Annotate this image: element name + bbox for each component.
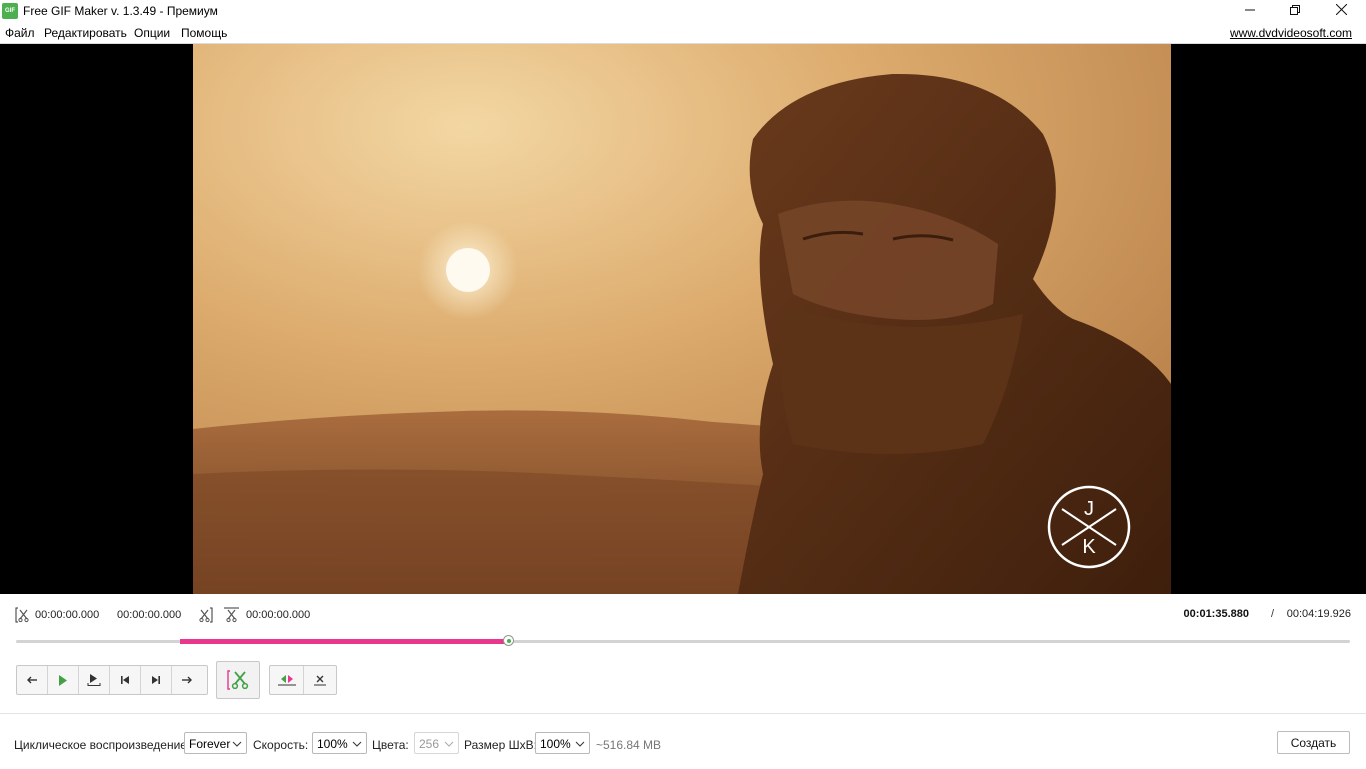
menu-help[interactable]: Помощь <box>181 26 227 40</box>
step-back-icon[interactable] <box>17 666 48 694</box>
colors-value: 256 <box>419 737 440 751</box>
size-label: Размер ШхВ: <box>464 738 537 752</box>
current-time: 00:01:35.880 <box>1183 608 1249 620</box>
settings-bar: Циклическое воспроизведение: Forever Ско… <box>0 713 1366 769</box>
merge-fragments-icon[interactable] <box>270 666 304 694</box>
chevron-down-icon <box>575 738 585 752</box>
clip-time: 00:00:00.000 <box>246 609 311 621</box>
play-to-mark-icon[interactable] <box>79 666 110 694</box>
menu-options[interactable]: Опции <box>134 26 170 40</box>
play-icon[interactable] <box>48 666 79 694</box>
window-title: Free GIF Maker v. 1.3.49 - Премиум <box>23 4 218 18</box>
video-preview: J K <box>0 44 1366 594</box>
chevron-down-icon <box>232 738 242 752</box>
chevron-down-icon <box>352 738 362 752</box>
close-icon[interactable] <box>1318 0 1364 22</box>
menu-file[interactable]: Файл <box>5 26 35 40</box>
create-button[interactable]: Создать <box>1277 731 1350 754</box>
watermark-letter-j: J <box>1084 498 1094 520</box>
site-link[interactable]: www.dvdvideosoft.com <box>1230 26 1352 40</box>
video-image: J K <box>193 44 1171 594</box>
loop-label: Циклическое воспроизведение: <box>14 738 191 752</box>
step-forward-icon[interactable] <box>172 666 202 694</box>
start-time: 00:00:00.000 <box>35 609 100 621</box>
timeline-selection <box>180 639 509 644</box>
chevron-down-icon <box>444 738 454 752</box>
go-start-icon[interactable] <box>110 666 141 694</box>
speed-select[interactable]: 100% <box>312 732 367 754</box>
timeline-slider[interactable] <box>16 635 1350 646</box>
go-end-icon[interactable] <box>141 666 172 694</box>
end-time: 00:00:00.000 <box>117 609 182 621</box>
size-select[interactable]: 100% <box>535 732 590 754</box>
menu-edit[interactable]: Редактировать <box>44 26 127 40</box>
time-separator: / <box>1270 608 1274 620</box>
playback-controls <box>16 665 208 695</box>
total-time: 00:04:19.926 <box>1286 608 1351 620</box>
size-value: 100% <box>540 737 571 751</box>
loop-value: Forever <box>189 737 231 751</box>
menu-bar: Файл Редактировать Опции Помощь www.dvdv… <box>0 22 1366 44</box>
restore-icon[interactable] <box>1272 0 1318 22</box>
playhead-handle[interactable] <box>503 635 515 646</box>
watermark-letter-k: K <box>1082 536 1096 558</box>
mark-start-icon[interactable] <box>15 607 30 623</box>
speed-label: Скорость: <box>253 738 309 752</box>
time-row: 00:00:00.000 00:00:00.000 00:00:00.000 0… <box>0 604 1366 626</box>
cut-icon[interactable] <box>216 661 260 699</box>
loop-select[interactable]: Forever <box>184 732 247 754</box>
size-estimate: ~516.84 MB <box>596 738 662 752</box>
edit-controls <box>269 665 337 695</box>
speed-value: 100% <box>317 737 348 751</box>
colors-select: 256 <box>414 732 459 754</box>
clip-scissors-icon[interactable] <box>224 607 239 623</box>
mark-end-icon[interactable] <box>198 607 213 623</box>
delete-fragment-icon[interactable] <box>304 666 336 694</box>
video-frame: J K <box>193 44 1171 594</box>
title-bar: GIF Free GIF Maker v. 1.3.49 - Премиум <box>0 0 1366 22</box>
colors-label: Цвета: <box>372 738 409 752</box>
app-icon: GIF <box>2 3 18 19</box>
minimize-icon[interactable] <box>1227 0 1273 22</box>
